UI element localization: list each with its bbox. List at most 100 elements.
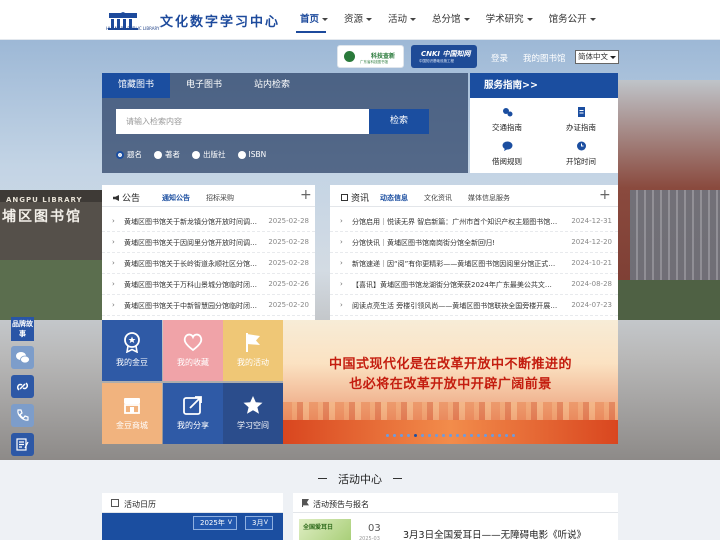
site-title[interactable]: 文化数字学习中心 bbox=[160, 11, 280, 30]
search-input[interactable]: 请输入检索内容 bbox=[116, 109, 369, 134]
guide-traffic[interactable]: 交通指南 bbox=[470, 101, 544, 137]
language-select[interactable]: 简体中文 bbox=[575, 50, 619, 64]
option-publisher[interactable]: 出版社 bbox=[192, 149, 226, 160]
option-author[interactable]: 著者 bbox=[154, 149, 180, 160]
car-icon bbox=[502, 108, 512, 117]
more-announcements-plus-icon[interactable]: + bbox=[300, 187, 312, 203]
service-guide-title[interactable]: 服务指南>> bbox=[470, 73, 618, 98]
pagination-dot[interactable] bbox=[449, 434, 452, 437]
search-button[interactable]: 检索 bbox=[369, 109, 429, 134]
guide-borrow[interactable]: 借阅规则 bbox=[470, 135, 544, 171]
phone-button[interactable] bbox=[11, 404, 34, 427]
tile-my-activities[interactable]: 我的活动 bbox=[223, 320, 283, 381]
list-item[interactable]: › 黄埔区图书馆关于新龙镇分馆开放时间调整的通知 2025-02-28 bbox=[102, 211, 315, 232]
pagination-dot[interactable] bbox=[414, 434, 417, 437]
list-item[interactable]: › 黄埔区图书馆关于因阅里分馆开放时间调整的通知 2025-02-28 bbox=[102, 232, 315, 253]
tile-my-shares[interactable]: 我的分享 bbox=[163, 383, 223, 444]
activity-calendar: 活动日历 2025年 V 3月 V bbox=[102, 493, 283, 540]
pagination-dot[interactable] bbox=[512, 434, 515, 437]
pagination-dot[interactable] bbox=[442, 434, 445, 437]
share-icon bbox=[183, 396, 202, 415]
flag-icon bbox=[246, 333, 260, 352]
pagination-dot[interactable] bbox=[428, 434, 431, 437]
login-link[interactable]: 登录 bbox=[491, 52, 508, 64]
nav-home[interactable]: 首页 bbox=[292, 0, 336, 40]
banner-ground bbox=[283, 420, 618, 444]
chevron-down-icon bbox=[463, 18, 470, 21]
pagination-dot[interactable] bbox=[477, 434, 480, 437]
nav-branches[interactable]: 总分馆 bbox=[424, 0, 478, 40]
list-item[interactable]: › 阅读点亮生活 旁楼引领风尚——黄埔区图书馆联袂全国旁楼开展活动 2024-07-… bbox=[330, 295, 618, 316]
list-item[interactable]: › 分馆快讯｜黄埔区图书馆南岗街分馆全新回归! 2024-12-20 bbox=[330, 232, 618, 253]
tab-culture-info[interactable]: 文化资讯 bbox=[424, 193, 452, 203]
feedback-button[interactable] bbox=[11, 433, 34, 456]
pagination-dot[interactable] bbox=[484, 434, 487, 437]
search-tabs: 馆藏图书 电子图书 站内检索 bbox=[102, 73, 468, 98]
partner-tech-search[interactable]: 科技查新 广东省科技图书馆 bbox=[337, 45, 404, 68]
wechat-button[interactable] bbox=[11, 346, 34, 369]
guide-card-label: 办证指南 bbox=[566, 123, 596, 132]
pagination-dot[interactable] bbox=[456, 434, 459, 437]
item-date: 2025-02-28 bbox=[268, 238, 309, 246]
activity-name-link[interactable]: 3月3日全国爱耳日——无障碍电影《听说》 bbox=[403, 527, 586, 540]
pagination-dot[interactable] bbox=[498, 434, 501, 437]
link-button[interactable] bbox=[11, 375, 34, 398]
tab-procurement[interactable]: 招标采购 bbox=[206, 193, 234, 203]
pagination-dot[interactable] bbox=[393, 434, 396, 437]
pagination-dot[interactable] bbox=[470, 434, 473, 437]
nav-activities[interactable]: 活动 bbox=[380, 0, 424, 40]
pagination-dot[interactable] bbox=[386, 434, 389, 437]
activity-thumbnail-text: 全国爱耳日 bbox=[303, 524, 334, 531]
nav-research-label: 学术研究 bbox=[485, 14, 524, 25]
nav-public-affairs[interactable]: 馆务公开 bbox=[541, 0, 604, 40]
language-value: 简体中文 bbox=[578, 52, 608, 61]
list-item[interactable]: › 【喜讯】黄埔区图书馆龙湖街分馆荣获2024年广东最美公共文化空间 2024-08… bbox=[330, 274, 618, 295]
my-library-link[interactable]: 我的图书馆 bbox=[523, 52, 566, 64]
more-news-plus-icon[interactable]: + bbox=[599, 187, 611, 203]
list-item[interactable]: › 新馆速递｜因“阅”有你更精彩——黄埔区图书馆因阅里分馆正式开放 2024-10-… bbox=[330, 253, 618, 274]
list-item[interactable]: › 黄埔区图书馆关于长岭街道永顺社区分馆开放时间调整的通知 2025-02-28 bbox=[102, 253, 315, 274]
news-icon bbox=[341, 194, 348, 201]
nav-research[interactable]: 学术研究 bbox=[478, 0, 541, 40]
list-item[interactable]: › 黄埔区图书馆关于中新智慧园分馆临时闭馆的通知 2025-02-20 bbox=[102, 295, 315, 316]
tab-media-service[interactable]: 媒体信息服务 bbox=[468, 193, 510, 203]
tab-collection-books[interactable]: 馆藏图书 bbox=[102, 73, 170, 98]
tab-notices[interactable]: 通知公告 bbox=[162, 193, 190, 203]
promo-banner[interactable]: 中国式现代化是在改革开放中不断推进的 也必将在改革开放中开辟广阔前景 bbox=[283, 320, 618, 444]
pagination-dot[interactable] bbox=[421, 434, 424, 437]
option-title[interactable]: 题名 bbox=[116, 149, 142, 160]
pagination-dot[interactable] bbox=[407, 434, 410, 437]
option-isbn[interactable]: ISBN bbox=[237, 149, 266, 160]
guide-card[interactable]: 办证指南 bbox=[544, 101, 618, 137]
item-title: 分馆快讯｜黄埔区图书馆南岗街分馆全新回归! bbox=[352, 239, 495, 247]
service-guide: 服务指南>> 交通指南 办证指南 借阅规则 开馆时间 bbox=[470, 73, 618, 173]
year-select[interactable]: 2025年 V bbox=[193, 516, 237, 530]
pagination-dot[interactable] bbox=[400, 434, 403, 437]
list-item[interactable]: › 黄埔区图书馆关于万科山景城分馆临时闭馆的通知 2025-02-26 bbox=[102, 274, 315, 295]
month-value: 3月 bbox=[252, 519, 264, 527]
tile-gold-bean-mall[interactable]: 金豆商城 bbox=[102, 383, 162, 444]
document-icon bbox=[577, 107, 585, 117]
guide-hours[interactable]: 开馆时间 bbox=[544, 135, 618, 171]
month-select[interactable]: 3月 V bbox=[245, 516, 273, 530]
pagination-dot[interactable] bbox=[491, 434, 494, 437]
item-date: 2025-02-28 bbox=[268, 259, 309, 267]
news-header: 资讯 动态信息 文化资讯 媒体信息服务 + bbox=[330, 185, 618, 207]
partner-cnki[interactable]: CNKI 中国知网 中国知识基础设施工程 bbox=[411, 45, 477, 68]
tile-my-favorites[interactable]: 我的收藏 bbox=[163, 320, 223, 381]
pagination-dot[interactable] bbox=[463, 434, 466, 437]
tile-my-gold-beans[interactable]: 我的金豆 bbox=[102, 320, 162, 381]
pagination-dot[interactable] bbox=[435, 434, 438, 437]
brand-story-button[interactable]: 品牌故事 bbox=[11, 317, 34, 341]
tab-dynamic-info[interactable]: 动态信息 bbox=[380, 193, 408, 203]
pagination-dot[interactable] bbox=[505, 434, 508, 437]
chevron-down-icon bbox=[526, 18, 533, 21]
year-value: 2025年 bbox=[200, 519, 225, 527]
nav-resources[interactable]: 资源 bbox=[336, 0, 380, 40]
chevron-down-icon bbox=[366, 18, 373, 21]
list-item[interactable]: › 分馆启用｜悦读无界 智启新篇：广州市首个知识产权主题图书馆开馆 2024-12-… bbox=[330, 211, 618, 232]
item-title: 黄埔区图书馆关于万科山景城分馆临时闭馆的通知 bbox=[124, 281, 262, 289]
tab-site-search[interactable]: 站内检索 bbox=[238, 73, 306, 98]
tab-ebooks[interactable]: 电子图书 bbox=[170, 73, 238, 98]
tile-study-space[interactable]: 学习空间 bbox=[223, 383, 283, 444]
